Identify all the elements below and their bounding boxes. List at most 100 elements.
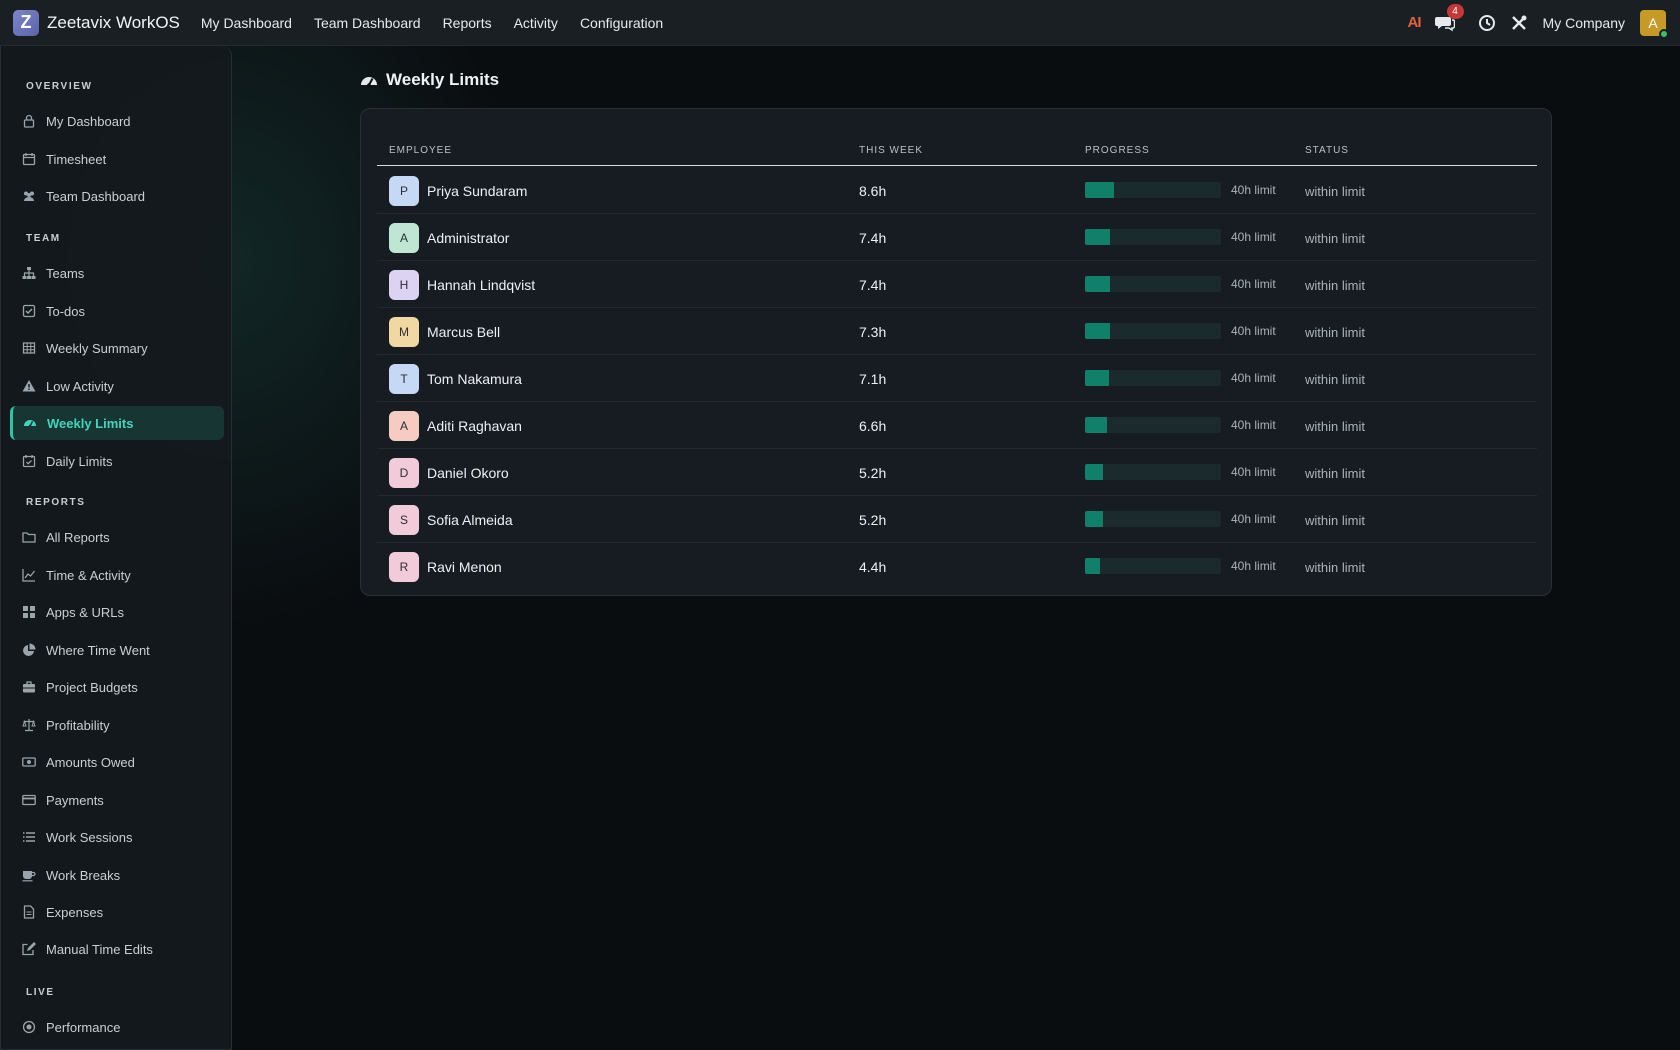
company-selector[interactable]: My Company <box>1543 15 1625 31</box>
folder-icon <box>22 532 36 543</box>
scale-icon <box>22 719 36 732</box>
lock-icon <box>23 114 35 128</box>
brand-name: Zeetavix WorkOS <box>47 12 180 32</box>
sidebar-item-work-breaks[interactable]: Work Breaks <box>10 858 224 892</box>
section-title-live: LIVE <box>26 987 55 998</box>
user-avatar[interactable]: A <box>1640 9 1669 39</box>
nav-activity[interactable]: Activity <box>514 15 558 31</box>
sidebar-item-my-dashboard[interactable]: My Dashboard <box>10 104 224 138</box>
table-row[interactable]: R Ravi Menon 4.4h 40h limit within limit <box>377 543 1537 590</box>
nav-reports[interactable]: Reports <box>443 15 492 31</box>
coffee-icon <box>22 871 36 882</box>
top-right-tools: AI 4 My Company A <box>1408 3 1669 39</box>
sidebar-item-label: Manual Time Edits <box>46 941 153 957</box>
clock-button[interactable] <box>1477 13 1497 33</box>
limit-label: 40h limit <box>1231 324 1276 338</box>
sidebar-item-team-dashboard[interactable]: Team Dashboard <box>10 179 224 213</box>
status-text: within limit <box>1305 560 1365 575</box>
sidebar-item-payments[interactable]: Payments <box>10 783 224 817</box>
sidebar-item-label: Payments <box>46 792 104 808</box>
employee-name[interactable]: Ravi Menon <box>427 559 502 575</box>
sidebar-item-daily-limits[interactable]: Daily Limits <box>10 444 224 478</box>
pie-chart-icon <box>23 643 36 656</box>
employee-avatar: M <box>389 317 419 347</box>
table-row[interactable]: T Tom Nakamura 7.1h 40h limit within limit <box>377 355 1537 402</box>
employee-name[interactable]: Administrator <box>427 230 509 246</box>
sidebar-item-low-activity[interactable]: Low Activity <box>10 369 224 403</box>
employee-name[interactable]: Marcus Bell <box>427 324 500 340</box>
sidebar-item-label: Weekly Summary <box>46 340 148 356</box>
sidebar-item-weekly-summary[interactable]: Weekly Summary <box>10 331 224 365</box>
file-invoice-icon <box>23 905 35 919</box>
sidebar-item-manual-time-edits[interactable]: Manual Time Edits <box>10 932 224 966</box>
online-status-dot <box>1659 28 1669 39</box>
table-row[interactable]: A Aditi Raghavan 6.6h 40h limit within limit <box>377 402 1537 449</box>
hours-this-week: 6.6h <box>859 418 887 434</box>
sidebar: OVERVIEW My Dashboard Timesheet Team Das… <box>0 46 232 1050</box>
table-row[interactable]: H Hannah Lindqvist 7.4h 40h limit within lim… <box>377 261 1537 308</box>
employee-name[interactable]: Hannah Lindqvist <box>427 277 535 293</box>
table-row[interactable]: P Priya Sundaram 8.6h 40h limit within limit <box>377 167 1537 214</box>
chat-button[interactable]: 4 <box>1434 3 1464 33</box>
nav-my-dashboard[interactable]: My Dashboard <box>201 15 292 31</box>
table-row[interactable]: A Administrator 7.4h 40h limit within limit <box>377 214 1537 261</box>
sidebar-item-performance[interactable]: Performance <box>10 1010 224 1044</box>
sidebar-item-expenses[interactable]: Expenses <box>10 895 224 929</box>
nav-configuration[interactable]: Configuration <box>580 15 663 31</box>
status-text: within limit <box>1305 513 1365 528</box>
user-avatar-letter: A <box>1648 14 1658 31</box>
nav-team-dashboard[interactable]: Team Dashboard <box>314 15 421 31</box>
table-row[interactable]: S Sofia Almeida 5.2h 40h limit within limit <box>377 496 1537 543</box>
warning-icon <box>22 380 36 392</box>
sidebar-item-project-budgets[interactable]: Project Budgets <box>10 670 224 704</box>
progress-bar-fill <box>1085 182 1115 198</box>
sidebar-item-work-sessions[interactable]: Work Sessions <box>10 820 224 854</box>
employee-name[interactable]: Tom Nakamura <box>427 371 522 387</box>
employee-name[interactable]: Aditi Raghavan <box>427 418 522 434</box>
sidebar-item-label: Apps & URLs <box>46 604 125 620</box>
limit-label: 40h limit <box>1231 512 1276 526</box>
sidebar-item-label: To-dos <box>46 303 86 319</box>
briefcase-icon <box>23 681 35 693</box>
sidebar-item-label: Performance <box>46 1019 121 1035</box>
column-header-progress: PROGRESS <box>1085 145 1150 156</box>
sidebar-item-todos[interactable]: To-dos <box>10 294 224 328</box>
sidebar-item-label: Where Time Went <box>46 642 150 658</box>
limit-label: 40h limit <box>1231 183 1276 197</box>
limit-label: 40h limit <box>1231 465 1276 479</box>
brand[interactable]: Z Zeetavix WorkOS <box>13 9 180 36</box>
sidebar-item-weekly-limits[interactable]: Weekly Limits <box>10 406 224 440</box>
ai-assistant-icon[interactable]: AI <box>1408 14 1422 31</box>
section-title-overview: OVERVIEW <box>26 81 93 92</box>
hours-this-week: 8.6h <box>859 183 887 199</box>
top-nav: My Dashboard Team Dashboard Reports Acti… <box>201 15 685 31</box>
sidebar-item-timesheet[interactable]: Timesheet <box>10 142 224 176</box>
sidebar-item-all-reports[interactable]: All Reports <box>10 520 224 554</box>
money-bill-icon <box>22 757 36 767</box>
sidebar-item-where-time-went[interactable]: Where Time Went <box>10 633 224 667</box>
sidebar-item-amounts-owed[interactable]: Amounts Owed <box>10 745 224 779</box>
status-text: within limit <box>1305 231 1365 246</box>
clock-icon <box>1478 14 1495 31</box>
hours-this-week: 7.4h <box>859 230 887 246</box>
table-header: EMPLOYEE THIS WEEK PROGRESS STATUS <box>377 131 1537 166</box>
table-row[interactable]: D Daniel Okoro 5.2h 40h limit within limit <box>377 449 1537 496</box>
tools-button[interactable] <box>1509 13 1529 33</box>
table-row[interactable]: M Marcus Bell 7.3h 40h limit within limit <box>377 308 1537 355</box>
progress-bar <box>1085 229 1221 245</box>
sidebar-item-label: Work Sessions <box>46 829 133 845</box>
sidebar-item-time-activity[interactable]: Time & Activity <box>10 558 224 592</box>
edit-icon <box>22 942 36 956</box>
sidebar-item-profitability[interactable]: Profitability <box>10 708 224 742</box>
sidebar-item-label: Amounts Owed <box>46 754 135 770</box>
sidebar-item-teams[interactable]: Teams <box>10 256 224 290</box>
sidebar-item-label: Work Breaks <box>46 867 121 883</box>
progress-bar <box>1085 417 1221 433</box>
employee-name[interactable]: Sofia Almeida <box>427 512 513 528</box>
line-chart-icon <box>22 569 36 582</box>
sidebar-item-apps-urls[interactable]: Apps & URLs <box>10 595 224 629</box>
employee-name[interactable]: Daniel Okoro <box>427 465 509 481</box>
hours-this-week: 5.2h <box>859 512 887 528</box>
employee-name[interactable]: Priya Sundaram <box>427 183 527 199</box>
status-text: within limit <box>1305 278 1365 293</box>
